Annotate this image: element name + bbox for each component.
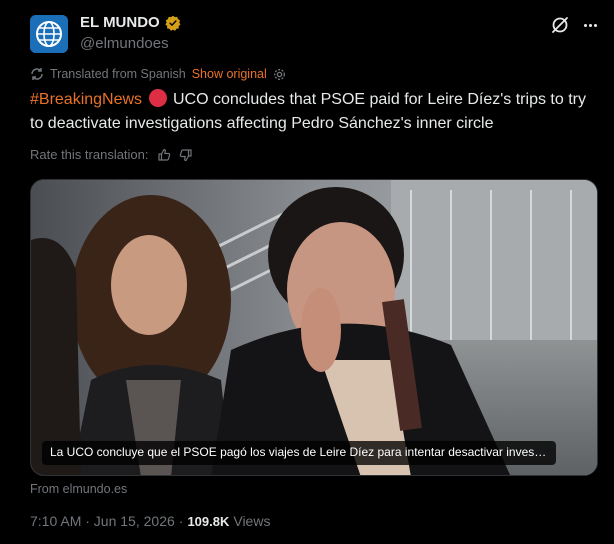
translate-icon bbox=[31, 68, 43, 80]
show-original-link[interactable]: Show original bbox=[192, 67, 267, 81]
timestamp[interactable]: 7:10 AM · Jun 15, 2026 bbox=[30, 513, 175, 529]
translation-bar: Translated from Spanish Show original bbox=[30, 67, 286, 81]
hashtag-link[interactable]: #BreakingNews bbox=[30, 91, 142, 108]
rate-label: Rate this translation: bbox=[30, 147, 149, 162]
tweet-header: EL MUNDO @elmundoes bbox=[30, 13, 600, 53]
link-card-caption: La UCO concluye que el PSOE pagó los via… bbox=[42, 441, 556, 465]
handle[interactable]: @elmundoes bbox=[80, 35, 169, 52]
tweet-meta: 7:10 AM · Jun 15, 2026 · 109.8K Views bbox=[30, 513, 270, 529]
tweet-text: #BreakingNews UCO concludes that PSOE pa… bbox=[30, 88, 600, 136]
meta-separator: · bbox=[178, 513, 184, 529]
el-mundo-logo bbox=[30, 15, 68, 53]
thumbs-down-icon[interactable] bbox=[179, 148, 193, 162]
more-options-icon[interactable] bbox=[580, 15, 600, 35]
display-name[interactable]: EL MUNDO bbox=[80, 14, 160, 31]
avatar[interactable] bbox=[30, 15, 68, 53]
settings-gear-icon[interactable] bbox=[273, 68, 286, 81]
views-label: Views bbox=[233, 513, 271, 529]
views-count: 109.8K bbox=[187, 514, 230, 529]
link-card-image[interactable]: La UCO concluye que el PSOE pagó los via… bbox=[30, 179, 598, 476]
translated-label: Translated from Spanish bbox=[50, 67, 186, 81]
thumbs-up-icon[interactable] bbox=[157, 148, 171, 162]
link-source[interactable]: From elmundo.es bbox=[30, 482, 127, 496]
grok-icon[interactable] bbox=[550, 15, 570, 35]
verified-badge-icon bbox=[165, 15, 181, 31]
red-circle-emoji bbox=[148, 89, 167, 107]
rate-translation: Rate this translation: bbox=[30, 147, 193, 162]
news-photo bbox=[31, 180, 597, 475]
